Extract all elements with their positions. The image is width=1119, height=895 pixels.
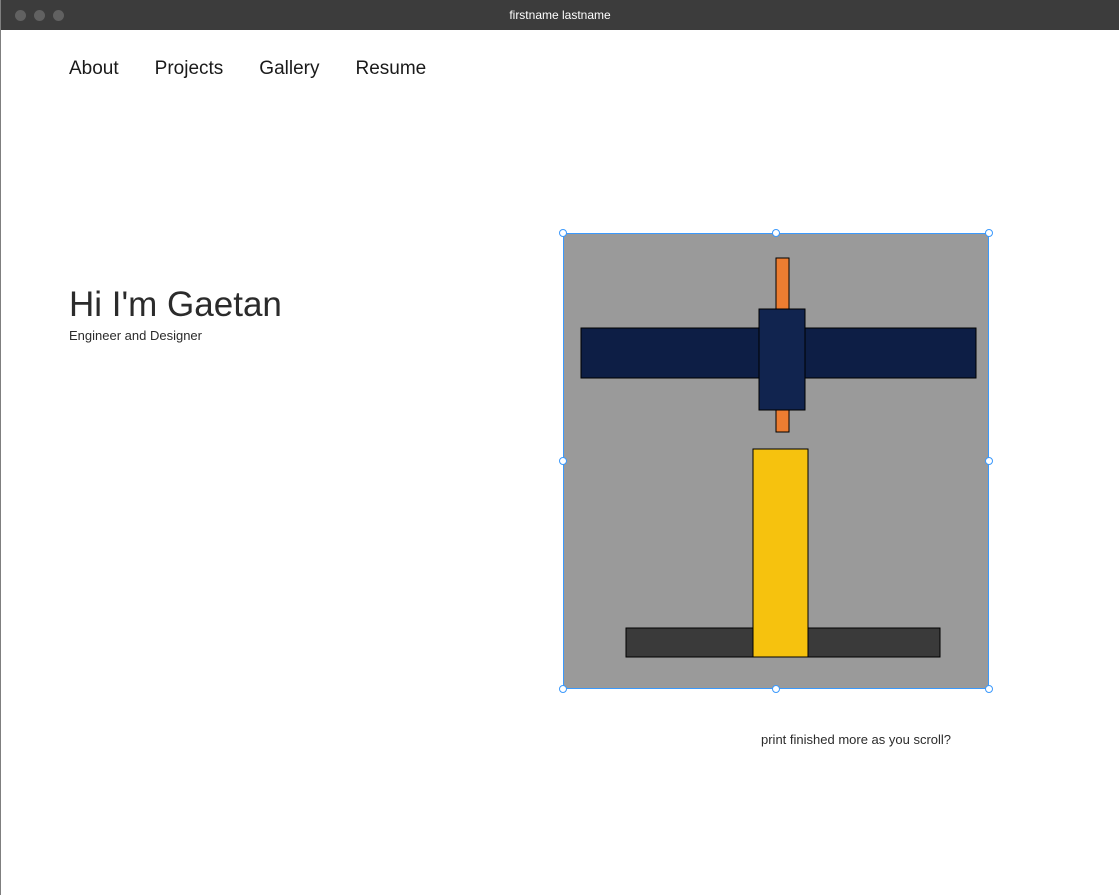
selection-handle-top-left[interactable] [559,229,567,237]
nav-gallery[interactable]: Gallery [259,58,319,80]
selection-handle-bottom-left[interactable] [559,685,567,693]
window-title: firstname lastname [1,8,1119,22]
illustration-caption: print finished more as you scroll? [761,732,951,747]
selection-handle-top-center[interactable] [772,229,780,237]
nav-projects[interactable]: Projects [155,58,224,80]
selection-handle-middle-right[interactable] [985,457,993,465]
printer-svg-icon [563,233,989,689]
nav-resume[interactable]: Resume [355,58,426,80]
close-icon[interactable] [15,10,26,21]
selection-handle-bottom-right[interactable] [985,685,993,693]
hero-heading: Hi I'm Gaetan [69,285,282,325]
traffic-lights [1,10,64,21]
hero-subheading: Engineer and Designer [69,328,202,343]
nav-about[interactable]: About [69,58,119,80]
selection-handle-bottom-center[interactable] [772,685,780,693]
printer-illustration[interactable] [563,233,989,689]
zoom-icon[interactable] [53,10,64,21]
primary-nav: About Projects Gallery Resume [69,58,426,80]
selection-handle-middle-left[interactable] [559,457,567,465]
titlebar: firstname lastname [1,0,1119,30]
canvas-area[interactable]: About Projects Gallery Resume Hi I'm Gae… [1,30,1119,895]
minimize-icon[interactable] [34,10,45,21]
selection-handle-top-right[interactable] [985,229,993,237]
app-window: firstname lastname About Projects Galler… [0,0,1119,895]
